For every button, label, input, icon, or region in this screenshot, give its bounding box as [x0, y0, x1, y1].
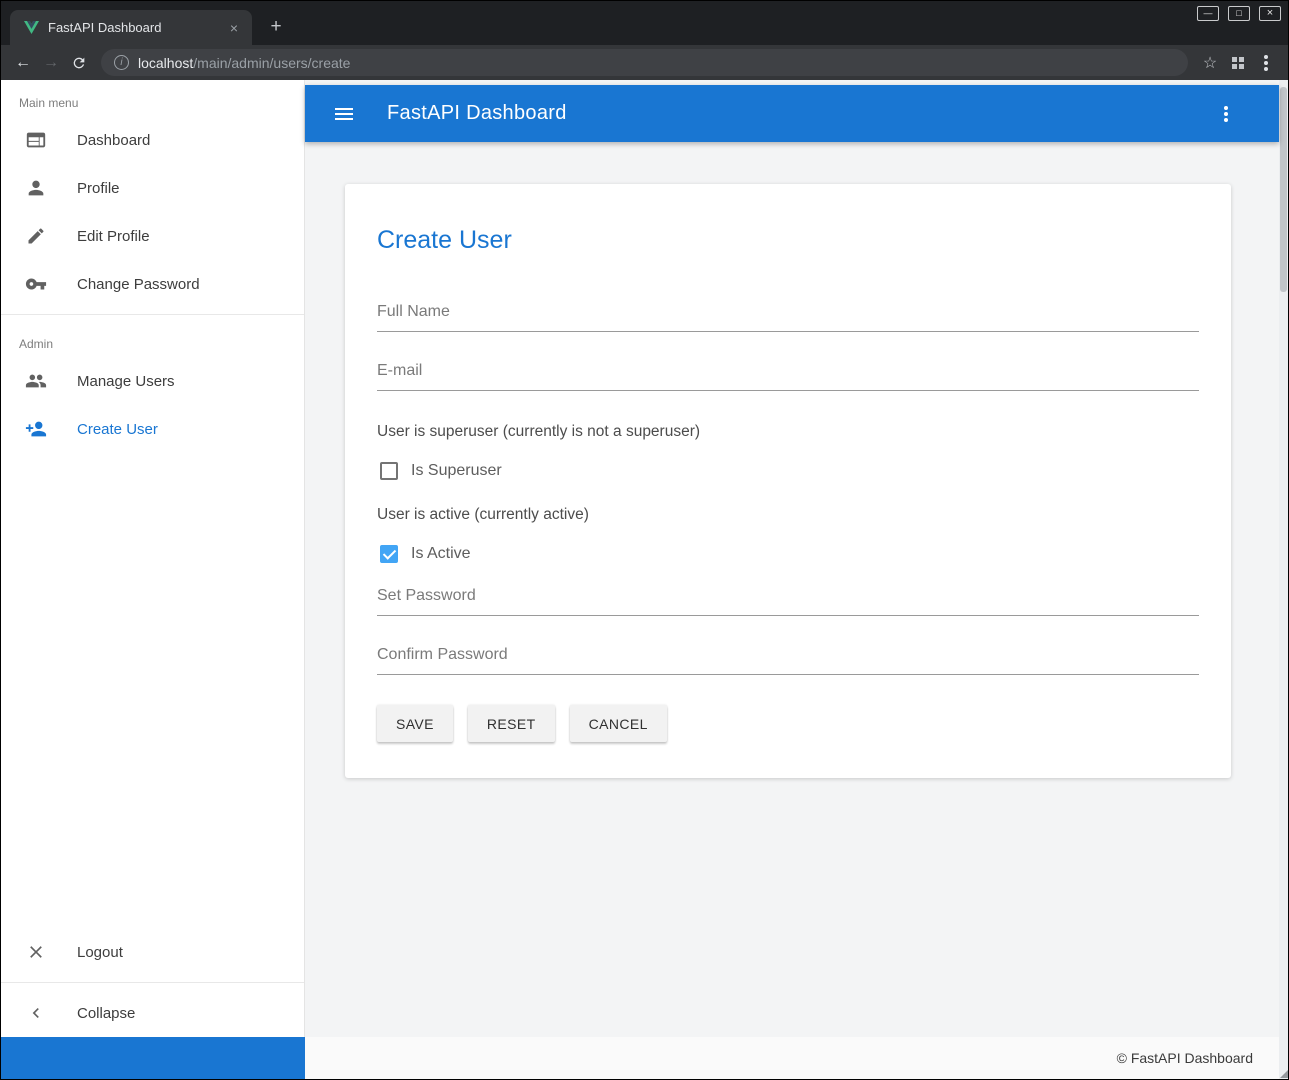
minimize-button[interactable]: — [1197, 6, 1219, 21]
is-superuser-checkbox[interactable] [380, 462, 398, 480]
person-add-icon [25, 418, 47, 440]
sidebar-spacer [1, 453, 304, 928]
extensions-icon[interactable] [1224, 49, 1252, 77]
cancel-button[interactable]: CANCEL [570, 705, 667, 742]
sidebar-section-admin: Admin [1, 321, 304, 357]
window-controls: — □ × [1188, 6, 1281, 21]
appbar-title: FastAPI Dashboard [387, 102, 567, 125]
sidebar-item-logout[interactable]: Logout [1, 928, 304, 976]
reload-icon[interactable] [65, 49, 93, 77]
close-icon [25, 941, 47, 963]
tab-close-icon[interactable]: × [226, 19, 242, 37]
full-name-field [377, 303, 1199, 332]
maximize-button[interactable]: □ [1228, 6, 1250, 21]
sidebar-divider [1, 982, 304, 983]
sidebar-divider [1, 314, 304, 315]
back-icon[interactable]: ← [9, 49, 37, 77]
forward-icon[interactable]: → [37, 49, 65, 77]
url-text: localhost/main/admin/users/create [138, 55, 350, 71]
hamburger-menu-icon[interactable] [331, 101, 357, 127]
url-host: localhost [138, 55, 193, 71]
active-hint: User is active (currently active) [377, 504, 1199, 525]
close-window-button[interactable]: × [1259, 6, 1281, 21]
chevron-left-icon [25, 1002, 47, 1024]
site-info-icon[interactable]: i [114, 55, 129, 70]
content-area: Create User User is superuser (currently… [305, 142, 1279, 1037]
key-icon [25, 273, 47, 295]
superuser-check-row: Is Superuser [377, 462, 1199, 480]
browser-tab[interactable]: FastAPI Dashboard × [10, 10, 252, 45]
is-active-checkbox[interactable] [380, 545, 398, 563]
sidebar-item-collapse[interactable]: Collapse [1, 989, 304, 1037]
browser-window: FastAPI Dashboard × + — □ × ← → i localh… [0, 0, 1289, 1080]
people-icon [25, 370, 47, 392]
save-button[interactable]: SAVE [377, 705, 453, 742]
page-scrollbar[interactable] [1279, 80, 1288, 1079]
main-area: FastAPI Dashboard Create User User is su… [305, 80, 1279, 1079]
new-tab-button[interactable]: + [263, 14, 289, 40]
is-superuser-label[interactable]: Is Superuser [411, 462, 502, 480]
pencil-icon [25, 225, 47, 247]
copyright-text: © FastAPI Dashboard [1117, 1050, 1253, 1066]
address-bar[interactable]: i localhost/main/admin/users/create [101, 49, 1188, 76]
sidebar-item-edit-profile[interactable]: Edit Profile [1, 212, 304, 260]
email-input[interactable] [377, 362, 1199, 391]
sidebar-item-manage-users[interactable]: Manage Users [1, 357, 304, 405]
tab-title: FastAPI Dashboard [48, 20, 217, 35]
browser-toolbar: ← → i localhost/main/admin/users/create … [1, 45, 1288, 80]
resize-grip[interactable] [1280, 1070, 1288, 1078]
form-actions: SAVE RESET CANCEL [377, 705, 1199, 742]
sidebar-item-dashboard[interactable]: Dashboard [1, 116, 304, 164]
footer: © FastAPI Dashboard [305, 1037, 1279, 1079]
appbar: FastAPI Dashboard [305, 85, 1279, 142]
confirm-password-field [377, 646, 1199, 675]
sidebar-footer-accent [1, 1037, 305, 1079]
scrollbar-thumb[interactable] [1280, 87, 1287, 292]
bookmark-star-icon[interactable]: ☆ [1196, 49, 1224, 77]
page: Main menu Dashboard Profile Edit Profile [1, 80, 1288, 1079]
appbar-menu-icon[interactable] [1213, 101, 1239, 127]
url-path: /main/admin/users/create [193, 55, 350, 71]
person-icon [25, 177, 47, 199]
email-field [377, 362, 1199, 391]
superuser-hint: User is superuser (currently is not a su… [377, 421, 1199, 442]
sidebar-item-change-password[interactable]: Change Password [1, 260, 304, 308]
vue-favicon-icon [24, 21, 39, 34]
sidebar-item-profile[interactable]: Profile [1, 164, 304, 212]
browser-titlebar: FastAPI Dashboard × + — □ × [1, 1, 1288, 45]
page-title: Create User [377, 226, 1199, 255]
create-user-card: Create User User is superuser (currently… [345, 184, 1231, 778]
set-password-field [377, 587, 1199, 616]
sidebar: Main menu Dashboard Profile Edit Profile [1, 80, 305, 1079]
sidebar-section-main-menu: Main menu [1, 80, 304, 116]
reset-button[interactable]: RESET [468, 705, 555, 742]
active-check-row: Is Active [377, 545, 1199, 563]
dashboard-icon [25, 129, 47, 151]
is-active-label[interactable]: Is Active [411, 545, 471, 563]
browser-menu-icon[interactable] [1252, 49, 1280, 77]
set-password-input[interactable] [377, 587, 1199, 616]
full-name-input[interactable] [377, 303, 1199, 332]
sidebar-item-create-user[interactable]: Create User [1, 405, 304, 453]
confirm-password-input[interactable] [377, 646, 1199, 675]
